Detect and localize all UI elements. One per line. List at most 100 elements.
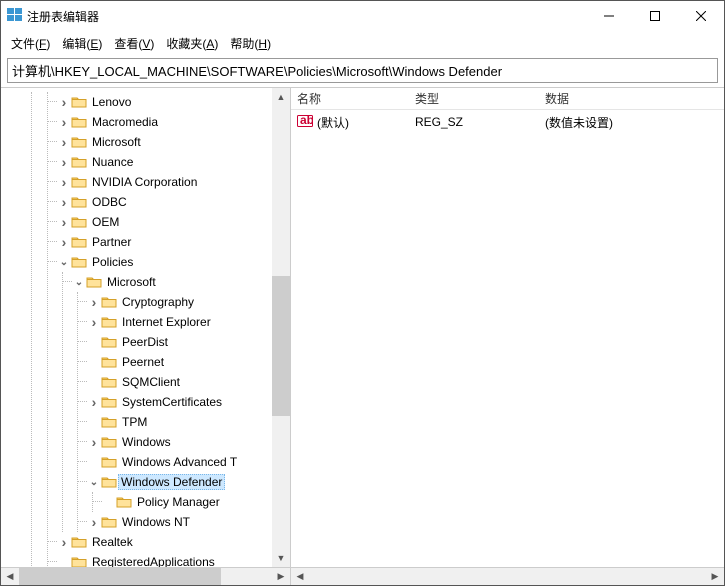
folder-icon <box>71 175 87 189</box>
tree-node[interactable]: › Partner <box>48 232 290 252</box>
scroll-h-track[interactable] <box>309 568 706 585</box>
tree-label: NVIDIA Corporation <box>91 175 197 189</box>
folder-icon <box>101 395 117 409</box>
tree-node[interactable]: ›SystemCertificates <box>78 392 290 412</box>
tree-panel: ›Lenovo›Macromedia›Microsoft›Nuance›NVID… <box>1 88 291 585</box>
folder-icon <box>71 235 87 249</box>
scroll-h-track[interactable] <box>19 568 272 585</box>
folder-icon <box>116 495 132 509</box>
tree-node[interactable]: › ODBC <box>48 192 290 212</box>
tree-label: ODBC <box>91 195 127 209</box>
tree-label: Internet Explorer <box>121 315 211 329</box>
address-bar[interactable]: 计算机\HKEY_LOCAL_MACHINE\SOFTWARE\Policies… <box>7 58 718 83</box>
menu-favorites[interactable]: 收藏夹(A) <box>166 35 218 52</box>
chevron-right-icon[interactable]: › <box>87 514 101 530</box>
tree-node[interactable]: › Internet Explorer <box>78 312 290 332</box>
tree-label: Peernet <box>121 355 164 369</box>
chevron-right-icon[interactable]: › <box>57 134 71 150</box>
chevron-right-icon[interactable]: › <box>87 434 101 450</box>
folder-icon <box>71 555 87 567</box>
folder-icon <box>101 375 117 389</box>
chevron-right-icon[interactable]: › <box>87 294 101 310</box>
tree-label: Windows Advanced T <box>121 455 237 469</box>
titlebar: 注册表编辑器 <box>1 1 724 31</box>
tree-node[interactable]: ›Lenovo <box>48 92 290 112</box>
scroll-left-arrow[interactable]: ◀ <box>291 568 309 585</box>
tree-node[interactable]: ›Realtek <box>48 532 290 552</box>
tree-node[interactable]: ⌄ Microsoft <box>63 272 290 292</box>
tree-label: Macromedia <box>91 115 158 129</box>
tree-label: Microsoft <box>106 275 156 289</box>
tree-node[interactable]: ⌄Policies <box>48 252 290 272</box>
tree-horizontal-scrollbar[interactable]: ◀ ▶ <box>1 567 290 585</box>
values-horizontal-scrollbar[interactable]: ◀ ▶ <box>291 567 724 585</box>
column-type[interactable]: 类型 <box>415 90 545 107</box>
svg-text:ab: ab <box>300 114 313 127</box>
scroll-up-arrow[interactable]: ▲ <box>272 88 290 106</box>
tree-label: Windows NT <box>121 515 190 529</box>
tree-node[interactable]: › NVIDIA Corporation <box>48 172 290 192</box>
scroll-right-arrow[interactable]: ▶ <box>706 568 724 585</box>
column-data[interactable]: 数据 <box>545 90 724 107</box>
menu-edit[interactable]: 编辑(E) <box>62 35 102 52</box>
folder-icon <box>71 195 87 209</box>
chevron-down-icon[interactable]: ⌄ <box>72 277 86 288</box>
folder-icon <box>71 255 87 269</box>
tree-node[interactable]: Peernet <box>78 352 290 372</box>
tree-node[interactable]: ›Windows <box>78 432 290 452</box>
scroll-down-arrow[interactable]: ▼ <box>272 549 290 567</box>
chevron-down-icon[interactable]: ⌄ <box>87 477 101 488</box>
menu-help[interactable]: 帮助(H) <box>230 35 271 52</box>
tree-node[interactable]: › Windows NT <box>78 512 290 532</box>
tree-node[interactable]: SQMClient <box>78 372 290 392</box>
chevron-right-icon[interactable]: › <box>57 154 71 170</box>
tree-node[interactable]: ›Cryptography <box>78 292 290 312</box>
tree-node[interactable]: Windows Advanced T <box>78 452 290 472</box>
tree-label: Nuance <box>91 155 133 169</box>
chevron-right-icon[interactable]: › <box>57 94 71 110</box>
scroll-h-thumb[interactable] <box>19 568 221 585</box>
chevron-right-icon[interactable]: › <box>57 214 71 230</box>
folder-icon <box>101 475 117 489</box>
column-headers: 名称 类型 数据 <box>291 88 724 110</box>
chevron-right-icon[interactable]: › <box>87 314 101 330</box>
tree-node[interactable]: › Macromedia <box>48 112 290 132</box>
tree-node[interactable]: ›OEM <box>48 212 290 232</box>
tree-node[interactable]: › Microsoft <box>48 132 290 152</box>
tree-node[interactable]: › Nuance <box>48 152 290 172</box>
tree-vertical-scrollbar[interactable]: ▲ ▼ <box>272 88 290 567</box>
tree-label: Windows Defender <box>118 474 225 490</box>
chevron-right-icon[interactable]: › <box>87 394 101 410</box>
chevron-right-icon[interactable]: › <box>57 534 71 550</box>
window-title: 注册表编辑器 <box>23 8 586 25</box>
chevron-right-icon[interactable]: › <box>57 174 71 190</box>
value-data: (数值未设置) <box>545 114 718 131</box>
value-row[interactable]: ab (默认) REG_SZ (数值未设置) <box>297 112 718 132</box>
tree-label: Microsoft <box>91 135 141 149</box>
scroll-right-arrow[interactable]: ▶ <box>272 568 290 585</box>
tree-label: Partner <box>91 235 131 249</box>
tree-node[interactable]: Policy Manager <box>93 492 290 512</box>
chevron-right-icon[interactable]: › <box>57 114 71 130</box>
scroll-track[interactable] <box>272 106 290 549</box>
tree-node[interactable]: RegisteredApplications <box>48 552 290 567</box>
chevron-right-icon[interactable]: › <box>57 194 71 210</box>
menu-view[interactable]: 查看(V) <box>114 35 154 52</box>
app-icon <box>7 7 23 26</box>
tree-node[interactable]: ⌄ Windows Defender <box>78 472 290 492</box>
tree-node[interactable]: TPM <box>78 412 290 432</box>
close-button[interactable] <box>678 1 724 31</box>
minimize-button[interactable] <box>586 1 632 31</box>
maximize-button[interactable] <box>632 1 678 31</box>
folder-icon <box>101 335 117 349</box>
folder-icon <box>71 215 87 229</box>
tree-node[interactable]: PeerDist <box>78 332 290 352</box>
column-name[interactable]: 名称 <box>297 90 415 107</box>
menu-file[interactable]: 文件(F) <box>11 35 50 52</box>
scroll-left-arrow[interactable]: ◀ <box>1 568 19 585</box>
folder-icon <box>71 95 87 109</box>
chevron-right-icon[interactable]: › <box>57 234 71 250</box>
folder-icon <box>71 535 87 549</box>
scroll-thumb[interactable] <box>272 276 290 416</box>
chevron-down-icon[interactable]: ⌄ <box>57 257 71 268</box>
